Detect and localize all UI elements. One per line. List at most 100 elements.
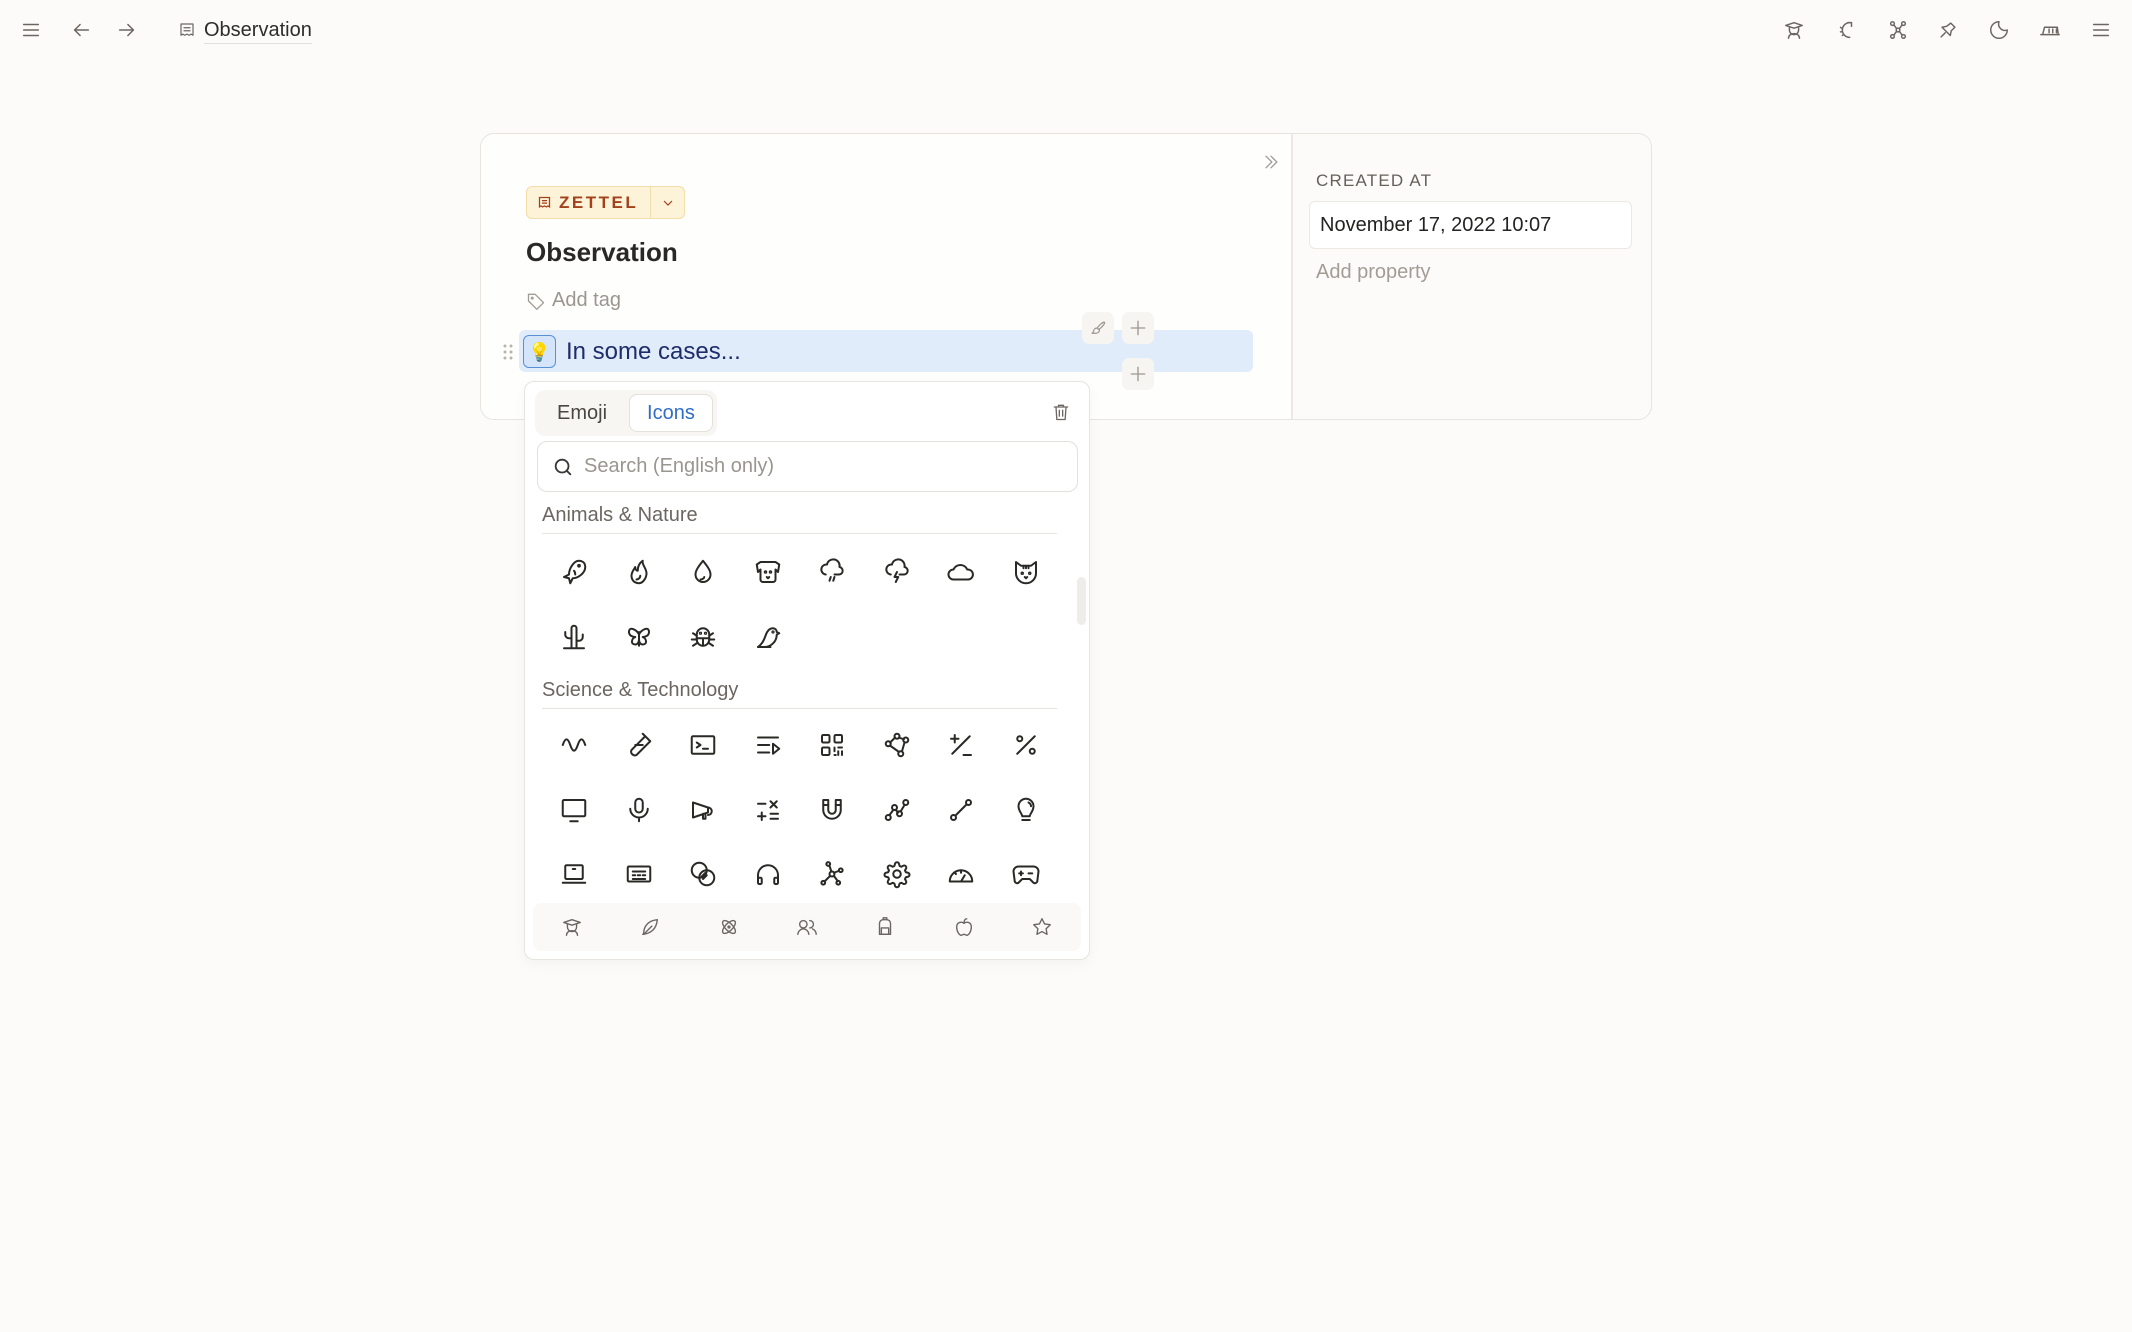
star-icon — [1032, 918, 1051, 936]
magnet-icon — [822, 798, 842, 820]
icon-option-bird[interactable] — [736, 605, 801, 670]
created-at-field[interactable]: November 17, 2022 10:07 — [1309, 201, 1632, 249]
icon-option-cloud-rain[interactable] — [800, 540, 865, 605]
icon-option-line[interactable] — [929, 778, 994, 843]
sidebar-toggle-button[interactable] — [15, 14, 47, 46]
icon-option-test-pipe[interactable] — [607, 713, 672, 778]
plus-icon — [1130, 366, 1146, 382]
type-dropdown-button[interactable] — [650, 187, 684, 218]
bug-icon — [691, 627, 716, 647]
icon-option-qrcode[interactable] — [800, 713, 865, 778]
more-menu-button[interactable] — [2085, 14, 2117, 46]
pin-button[interactable] — [1932, 14, 1964, 46]
page-title-breadcrumb: Observation — [204, 17, 312, 44]
section-animals-nature: Animals & Nature — [542, 504, 1057, 669]
add-tag-button[interactable]: Add tag — [526, 289, 621, 312]
icon-option-device-desktop[interactable] — [542, 778, 607, 843]
icon-option-magnet[interactable] — [800, 778, 865, 843]
category-objects[interactable] — [865, 907, 905, 947]
icon-option-headphones[interactable] — [736, 842, 801, 900]
plus-icon — [1130, 320, 1146, 336]
icon-search-field[interactable] — [537, 441, 1078, 492]
tab-icons[interactable]: Icons — [629, 394, 713, 432]
back-button[interactable] — [65, 14, 97, 46]
lightbulb-icon: 💡 — [528, 341, 551, 362]
icon-option-flame[interactable] — [607, 540, 672, 605]
block-style-button[interactable] — [1082, 312, 1114, 344]
add-block-above-button[interactable] — [1122, 312, 1154, 344]
chevrons-right-icon — [1265, 155, 1278, 169]
remove-icon-button[interactable] — [1047, 397, 1075, 427]
icon-option-speakerphone[interactable] — [671, 778, 736, 843]
icon-search-input[interactable] — [584, 455, 1064, 478]
learn-button[interactable] — [1778, 14, 1810, 46]
icon-option-percentage[interactable] — [994, 713, 1059, 778]
add-property-button[interactable]: Add property — [1316, 261, 1431, 284]
document-title[interactable]: Observation — [526, 237, 678, 268]
icon-option-keyboard[interactable] — [607, 842, 672, 900]
icon-option-fish[interactable] — [542, 540, 607, 605]
block-icon-button[interactable]: 💡 — [523, 335, 556, 368]
icon-option-circles-relation[interactable] — [671, 842, 736, 900]
icon-option-bulb[interactable] — [994, 778, 1059, 843]
type-badge[interactable]: ZETTEL — [526, 186, 686, 219]
cloud-storm-icon — [885, 558, 909, 584]
page-breadcrumb[interactable]: Observation — [178, 14, 312, 46]
icon-option-droplet[interactable] — [671, 540, 736, 605]
graph-view-button[interactable] — [1882, 14, 1914, 46]
category-nature[interactable] — [630, 907, 670, 947]
brush-icon — [1091, 321, 1106, 334]
icon-option-math-symbols[interactable] — [736, 778, 801, 843]
percentage-icon — [1016, 735, 1036, 755]
tab-emoji[interactable]: Emoji — [539, 394, 625, 432]
plus-minus-icon — [950, 734, 973, 757]
icon-option-cloud[interactable] — [929, 540, 994, 605]
backpack-icon — [879, 917, 892, 936]
icon-option-microphone[interactable] — [607, 778, 672, 843]
bookshelf-icon — [2040, 26, 2060, 36]
category-science[interactable] — [709, 907, 749, 947]
line-icon — [950, 798, 973, 821]
category-people[interactable] — [787, 907, 827, 947]
icon-option-cloud-storm[interactable] — [865, 540, 930, 605]
fish-icon — [563, 560, 587, 585]
icon-option-device-gamepad[interactable] — [994, 842, 1059, 900]
icon-option-wave-sine[interactable] — [542, 713, 607, 778]
icon-option-bug[interactable] — [671, 605, 736, 670]
icon-picker-popup: Emoji Icons Animals & Nature — [524, 381, 1090, 960]
leaf-icon — [642, 918, 659, 936]
icon-list-scrollbar[interactable] — [1077, 577, 1086, 625]
icon-option-polygon[interactable] — [865, 713, 930, 778]
droplet-icon — [694, 560, 712, 584]
category-food[interactable] — [944, 907, 984, 947]
icon-option-settings[interactable] — [865, 842, 930, 900]
gauge-icon — [949, 869, 974, 883]
library-button[interactable] — [2034, 14, 2066, 46]
icon-option-butterfly[interactable] — [607, 605, 672, 670]
icon-option-terminal[interactable] — [671, 713, 736, 778]
dog-icon — [755, 561, 780, 584]
icon-option-chart-line[interactable] — [865, 778, 930, 843]
type-badge-label[interactable]: ZETTEL — [527, 187, 650, 218]
polygon-icon — [884, 733, 909, 758]
theme-toggle-button[interactable] — [1983, 14, 2015, 46]
block-text[interactable]: In some cases... — [566, 337, 741, 367]
category-school[interactable] — [552, 907, 592, 947]
ai-button[interactable] — [1830, 14, 1862, 46]
category-symbols[interactable] — [1022, 907, 1062, 947]
icon-option-cat[interactable] — [994, 540, 1059, 605]
drag-handle[interactable] — [501, 342, 515, 362]
cactus-icon — [563, 624, 586, 649]
icon-option-affiliate[interactable] — [800, 842, 865, 900]
add-block-below-button[interactable] — [1122, 358, 1154, 390]
forward-button[interactable] — [111, 14, 143, 46]
picker-tabs: Emoji Icons — [535, 390, 717, 436]
icon-option-device-laptop[interactable] — [542, 842, 607, 900]
collapse-properties-button[interactable] — [1253, 144, 1289, 180]
icon-option-gauge[interactable] — [929, 842, 994, 900]
icon-option-cactus[interactable] — [542, 605, 607, 670]
icon-option-playlist[interactable] — [736, 713, 801, 778]
icon-option-plus-minus[interactable] — [929, 713, 994, 778]
icon-list: Animals & Nature Science & Technology — [525, 502, 1089, 900]
icon-option-dog[interactable] — [736, 540, 801, 605]
